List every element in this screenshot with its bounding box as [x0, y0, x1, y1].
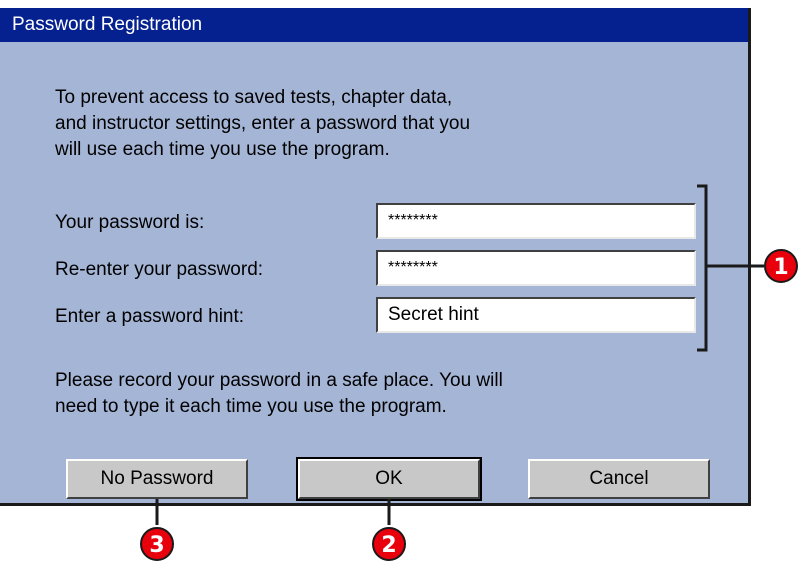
reenter-password-field[interactable] [376, 250, 696, 286]
callout-1-icon: 1 [764, 249, 798, 283]
password-label: Your password is: [55, 212, 205, 233]
callout-2-label: 2 [381, 533, 396, 558]
cancel-button[interactable]: Cancel [528, 459, 710, 499]
callout-3-label: 3 [149, 533, 164, 558]
window-title: Password Registration [12, 14, 203, 35]
callout-3-icon: 3 [140, 527, 174, 561]
password-field[interactable] [376, 203, 696, 239]
password-hint-label: Enter a password hint: [55, 306, 245, 327]
title-bar[interactable]: Password Registration [0, 8, 748, 42]
password-registration-dialog: Password Registration To prevent access … [0, 8, 751, 506]
password-hint-field[interactable] [376, 297, 696, 333]
note-text: Please record your password in a safe pl… [55, 370, 503, 417]
callout-2-icon: 2 [372, 527, 406, 561]
callout-1-label: 1 [773, 255, 788, 280]
no-password-button[interactable]: No Password [66, 459, 248, 499]
reenter-password-label: Re-enter your password: [55, 259, 264, 280]
intro-text: To prevent access to saved tests, chapte… [55, 87, 471, 160]
ok-button[interactable]: OK [296, 457, 482, 501]
